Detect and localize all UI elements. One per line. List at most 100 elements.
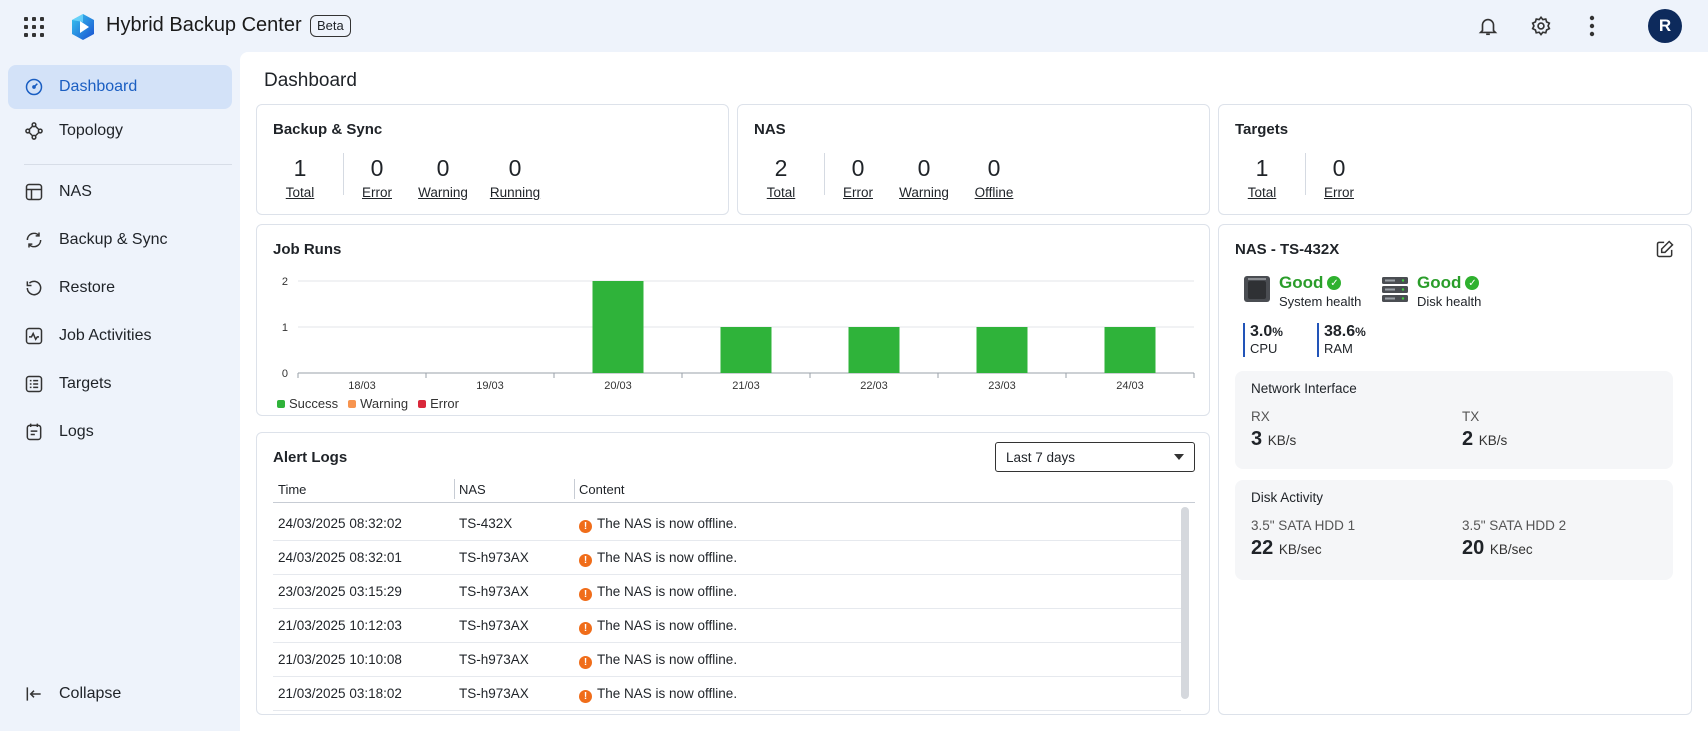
- sidebar-item-label: Targets: [59, 375, 112, 392]
- cell-nas: TS-h973AX: [459, 584, 529, 599]
- cell-time: 24/03/2025 08:32:01: [278, 550, 402, 565]
- logs-icon: [23, 421, 45, 443]
- table-row[interactable]: 21/03/2025 03:18:02 TS-h973AX! The NAS is …: [273, 677, 1181, 711]
- x-tick-label: 18/03: [348, 380, 376, 392]
- gear-icon[interactable]: [1527, 12, 1555, 40]
- collapse-label: Collapse: [59, 685, 122, 702]
- cell-nas: TS-h973AX: [459, 652, 529, 667]
- table-row[interactable]: 21/03/2025 10:10:08 TS-h973AX! The NAS is …: [273, 643, 1181, 677]
- legend-item-warning[interactable]: Warning: [348, 396, 408, 411]
- stat-error[interactable]: 0 Error: [355, 153, 399, 200]
- sidebar-item-job-activities[interactable]: Job Activities: [8, 314, 232, 358]
- stat-offline[interactable]: 0 Offline: [964, 153, 1024, 200]
- stat-label[interactable]: Error: [355, 185, 399, 200]
- rx-stat: RX 3 KB/s: [1251, 409, 1296, 451]
- disk-health-label: Disk health: [1417, 294, 1482, 309]
- sidebar-item-nas[interactable]: NAS: [8, 170, 232, 214]
- legend-swatch: [418, 399, 427, 408]
- legend-item-error[interactable]: Error: [418, 396, 459, 411]
- table-row[interactable]: 23/03/2025 03:15:29 TS-h973AX! The NAS is …: [273, 575, 1181, 609]
- table-row[interactable]: 21/03/2025 10:12:03 TS-h973AX! The NAS is …: [273, 609, 1181, 643]
- check-circle-icon: ✓: [1465, 276, 1480, 290]
- column-header-content[interactable]: Content: [579, 482, 625, 497]
- stat-value: 1: [293, 155, 307, 181]
- tx-label: TX: [1462, 409, 1480, 424]
- user-avatar[interactable]: R: [1648, 9, 1682, 43]
- content-text: The NAS is now offline.: [597, 686, 738, 701]
- sidebar-item-topology[interactable]: Topology: [8, 109, 232, 153]
- table-row[interactable]: 24/03/2025 08:32:02 TS-432X! The NAS is no…: [273, 507, 1181, 541]
- column-header-nas[interactable]: NAS: [459, 482, 486, 497]
- system-health: Good ✓ System health: [1243, 273, 1361, 309]
- stat-label[interactable]: Warning: [894, 185, 954, 200]
- sidebar-item-label: Logs: [59, 423, 94, 440]
- bar-success-22-03: [848, 327, 900, 373]
- stat-value: 2: [774, 155, 788, 181]
- network-interface-panel: Network Interface RX 3 KB/s TX 2 KB/s: [1235, 371, 1673, 469]
- stat-label[interactable]: Total: [754, 185, 808, 200]
- disk-health: Good ✓ Disk health: [1381, 273, 1481, 309]
- stat-total[interactable]: 1 Total: [273, 153, 327, 200]
- card-title: NAS - TS-432X: [1235, 241, 1340, 258]
- cell-content: ! The NAS is now offline.: [579, 652, 737, 669]
- sidebar-item-targets[interactable]: Targets: [8, 362, 232, 406]
- disk-value: 22: [1251, 537, 1274, 559]
- sidebar-item-dashboard[interactable]: Dashboard: [8, 65, 232, 109]
- check-circle-icon: ✓: [1327, 276, 1342, 290]
- sidebar-item-logs[interactable]: Logs: [8, 410, 232, 454]
- disk-health-status: Good: [1417, 273, 1462, 292]
- stat-value: 0: [508, 155, 522, 181]
- warning-icon: !: [579, 656, 592, 669]
- collapse-icon: [23, 683, 45, 705]
- apps-grid-icon[interactable]: [24, 17, 44, 37]
- stat-total[interactable]: 2 Total: [754, 153, 808, 200]
- cell-nas: TS-h973AX: [459, 550, 529, 565]
- cell-content: ! The NAS is now offline.: [579, 584, 737, 601]
- stat-value: 0: [917, 155, 931, 181]
- stat-total[interactable]: 1 Total: [1235, 153, 1289, 200]
- stat-label[interactable]: Total: [273, 185, 327, 200]
- targets-icon: [23, 373, 45, 395]
- table-row[interactable]: 24/03/2025 08:32:01 TS-h973AX! The NAS is …: [273, 541, 1181, 575]
- job-runs-card: Job Runs 0 1 2 18/03 19/03 20/03 21/03 22/03 23/…: [256, 224, 1210, 416]
- collapse-button[interactable]: Collapse: [8, 672, 232, 716]
- column-header-time[interactable]: Time: [278, 482, 306, 497]
- sidebar-item-label: Job Activities: [59, 327, 152, 344]
- stat-label[interactable]: Error: [1317, 185, 1361, 200]
- stat-running[interactable]: 0 Running: [483, 153, 547, 200]
- stat-error[interactable]: 0 Error: [836, 153, 880, 200]
- legend-item-success[interactable]: Success: [277, 396, 338, 411]
- more-vertical-icon[interactable]: [1578, 12, 1606, 40]
- stat-label[interactable]: Error: [836, 185, 880, 200]
- sidebar-item-restore[interactable]: Restore: [8, 266, 232, 310]
- stat-warning[interactable]: 0 Warning: [413, 153, 473, 200]
- stat-label[interactable]: Warning: [413, 185, 473, 200]
- stat-value: 0: [1332, 155, 1346, 181]
- disk-value: 20: [1462, 537, 1485, 559]
- cell-time: 24/03/2025 08:32:02: [278, 516, 402, 531]
- bar-success-24-03: [1104, 327, 1156, 373]
- table-scrollbar[interactable]: [1181, 507, 1189, 699]
- stat-label[interactable]: Total: [1235, 185, 1289, 200]
- nas-detail-card: NAS - TS-432X Good ✓ System health Good ✓ …: [1218, 224, 1692, 715]
- bell-icon[interactable]: [1474, 12, 1502, 40]
- stat-divider: [343, 153, 344, 195]
- legend-label: Success: [289, 396, 339, 411]
- stat-label[interactable]: Offline: [964, 185, 1024, 200]
- warning-icon: !: [579, 588, 592, 601]
- topology-icon: [23, 120, 45, 142]
- cell-nas: TS-h973AX: [459, 686, 529, 701]
- stat-warning[interactable]: 0 Warning: [894, 153, 954, 200]
- cell-nas: TS-432X: [459, 516, 513, 531]
- edit-icon[interactable]: [1655, 239, 1675, 259]
- warning-icon: !: [579, 622, 592, 635]
- date-range-select[interactable]: Last 7 days: [995, 442, 1195, 472]
- bar-success-23-03: [976, 327, 1028, 373]
- sidebar-item-backup-sync[interactable]: Backup & Sync: [8, 218, 232, 262]
- stat-label[interactable]: Running: [483, 185, 547, 200]
- restore-icon: [23, 277, 45, 299]
- stat-error[interactable]: 0 Error: [1317, 153, 1361, 200]
- disk-activity-panel: Disk Activity 3.5" SATA HDD 1 22 KB/sec …: [1235, 480, 1673, 580]
- disk-1-stat: 3.5" SATA HDD 1 22 KB/sec: [1251, 518, 1355, 560]
- content-text: The NAS is now offline.: [597, 584, 738, 599]
